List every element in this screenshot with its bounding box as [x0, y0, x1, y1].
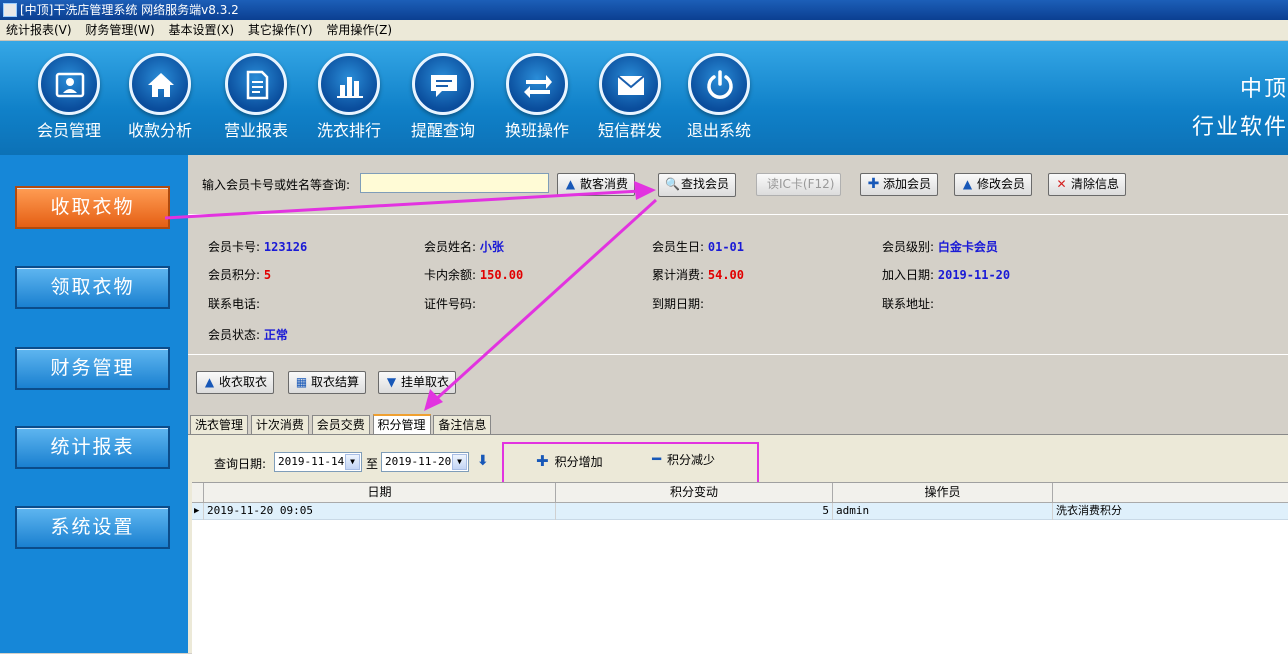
- arrow-head-1: [634, 181, 656, 200]
- arrow-line-2: [431, 198, 658, 404]
- annotation-arrows: [164, 181, 658, 411]
- arrow-head-2: [424, 389, 443, 411]
- arrow-line-1: [164, 189, 641, 220]
